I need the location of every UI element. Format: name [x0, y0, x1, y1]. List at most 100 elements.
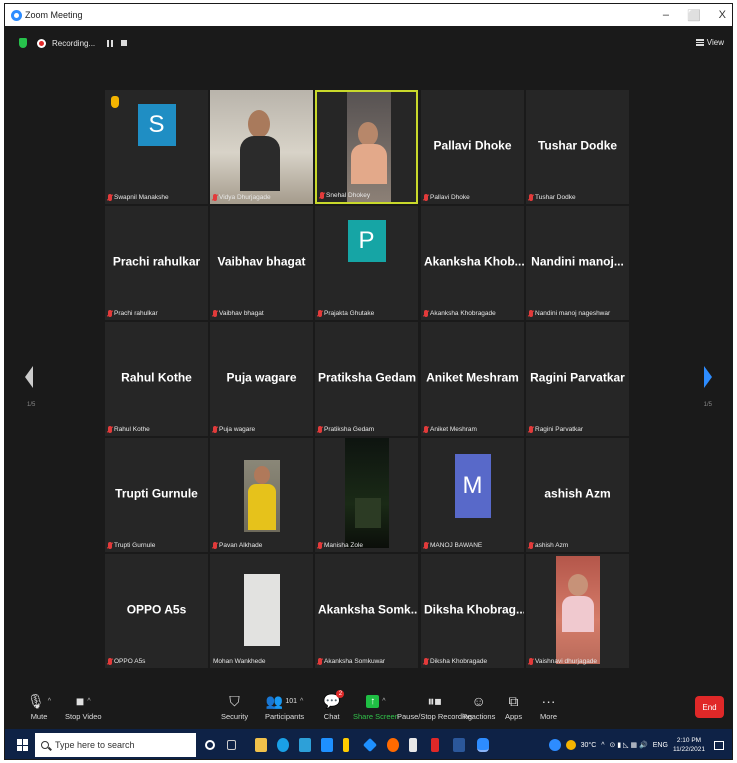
previous-page-arrow-icon[interactable]: [25, 366, 33, 388]
windows-start-icon[interactable]: [17, 739, 29, 751]
participant-name-label: Aniket Meshram: [424, 426, 477, 433]
chevron-up-icon[interactable]: ^: [300, 698, 303, 705]
participant-name-label: Pratiksha Gedam: [318, 426, 374, 433]
apps-button[interactable]: ⧉ Apps: [505, 690, 522, 722]
weather-temp[interactable]: 30°C: [581, 742, 597, 749]
edge-icon[interactable]: [277, 738, 289, 752]
app-red-icon[interactable]: [431, 738, 439, 752]
participant-display-name: Vaibhav bhagat: [217, 254, 306, 269]
pause-stop-recording-button[interactable]: ⏸⏹ Pause/Stop Recording: [397, 690, 472, 722]
store-icon[interactable]: [321, 738, 333, 752]
participant-tile[interactable]: P Prajakta Ghutake: [315, 206, 418, 320]
recording-icon: [37, 38, 46, 48]
minimize-button[interactable]: –: [663, 9, 669, 21]
app-icon[interactable]: [409, 738, 417, 752]
avatar: P: [347, 220, 386, 262]
muted-mic-icon: [529, 542, 533, 549]
participant-tile[interactable]: Manisha Zole: [315, 438, 418, 552]
muted-mic-icon: [424, 310, 428, 317]
zoom-taskbar-icon[interactable]: [477, 738, 489, 752]
participant-tile[interactable]: Pallavi Dhoke Pallavi Dhoke: [421, 90, 524, 204]
muted-mic-icon: [424, 426, 428, 433]
stop-video-button[interactable]: ■ ^ Stop Video: [65, 690, 102, 721]
participant-name-label: Ragini Parvatkar: [529, 426, 583, 433]
chat-button[interactable]: 💬 2 Chat: [323, 690, 345, 721]
reactions-button[interactable]: ☺ Reactions: [462, 690, 495, 721]
word-icon[interactable]: [453, 738, 465, 752]
participant-name-label: Prajakta Ghutake: [318, 310, 374, 317]
participant-tile[interactable]: Vaishnavi dhurjagade: [526, 554, 629, 668]
language-indicator[interactable]: ENG: [653, 742, 668, 749]
chevron-up-icon[interactable]: ^: [382, 698, 385, 705]
security-button[interactable]: ⛉ Security: [221, 690, 248, 722]
participants-button[interactable]: 👥 101 ^ Participants: [265, 690, 304, 722]
pause-stop-icon: ⏸⏹: [427, 692, 442, 709]
cortana-icon[interactable]: [205, 740, 215, 750]
shield-icon[interactable]: [19, 38, 27, 48]
file-explorer-icon[interactable]: [255, 738, 267, 752]
mute-button[interactable]: 🎙 ^ Mute: [27, 690, 51, 722]
participant-tile[interactable]: Trupti Gurnule Trupti Gurnule: [105, 438, 208, 552]
participant-name-label: Vidya Dhurjagade: [213, 194, 271, 201]
zoom-tray-icon[interactable]: [548, 739, 561, 751]
participant-tile[interactable]: Akanksha Somk... Akanksha Somkuwar: [315, 554, 418, 668]
participant-tile[interactable]: Pavan Alkhade: [210, 438, 313, 552]
participant-display-name: Nandini manoj...: [531, 254, 624, 269]
pause-recording-icon[interactable]: [107, 39, 114, 47]
participant-display-name: Tushar Dodke: [537, 138, 618, 153]
tray-icons[interactable]: ⊙ ▮ ◺ ▦ 🔊: [610, 741, 648, 749]
participant-name-label: Manisha Zole: [318, 542, 363, 549]
muted-mic-icon: [213, 542, 217, 549]
participant-tile[interactable]: Akanksha Khob... Akanksha Khobragade: [421, 206, 524, 320]
firefox-icon[interactable]: [387, 738, 399, 752]
participant-tile[interactable]: Mohan Wankhede: [210, 554, 313, 668]
participant-tile[interactable]: Vaibhav bhagat Vaibhav bhagat: [210, 206, 313, 320]
chevron-up-icon[interactable]: ^: [601, 742, 604, 749]
participant-tile-active-speaker[interactable]: Snehal Dhokey: [315, 90, 418, 204]
participant-tile[interactable]: Puja wagare Puja wagare: [210, 322, 313, 436]
video-feed: [244, 460, 280, 532]
participant-tile[interactable]: Vidya Dhurjagade: [210, 90, 313, 204]
participant-tile[interactable]: M MANOJ BAWANE: [421, 438, 524, 552]
participant-tile[interactable]: OPPO A5s OPPO A5s: [105, 554, 208, 668]
participant-tile[interactable]: S Swapnil Manakshe: [105, 90, 208, 204]
participant-tile[interactable]: Pratiksha Gedam Pratiksha Gedam: [315, 322, 418, 436]
taskbar-search-input[interactable]: Type here to search: [35, 733, 196, 757]
share-screen-button[interactable]: ↑ ^ Share Screen: [353, 690, 399, 721]
participant-name-label: Prachi rahulkar: [108, 310, 158, 317]
muted-mic-icon: [213, 194, 217, 201]
close-button[interactable]: X: [719, 9, 726, 21]
maximize-button[interactable]: ⬜: [687, 9, 701, 22]
participant-display-name: Akanksha Somk...: [318, 602, 418, 617]
end-meeting-button[interactable]: End: [695, 696, 724, 718]
participant-tile[interactable]: Tushar Dodke Tushar Dodke: [526, 90, 629, 204]
video-feed: [345, 438, 389, 548]
participant-tile[interactable]: Aniket Meshram Aniket Meshram: [421, 322, 524, 436]
muted-mic-icon: [529, 426, 533, 433]
muted-mic-icon: [424, 194, 428, 201]
next-page-arrow-icon[interactable]: [704, 366, 712, 388]
dropbox-icon[interactable]: [299, 738, 311, 752]
taskbar-clock[interactable]: 2:10 PM 11/22/2021: [673, 736, 705, 754]
participant-tile[interactable]: Rahul Kothe Rahul Kothe: [105, 322, 208, 436]
participant-tile[interactable]: Nandini manoj... Nandini manoj nageshwar: [526, 206, 629, 320]
windows-taskbar: Type here to search 30°C ^ ⊙ ▮ ◺ ▦ 🔊 ENG…: [5, 729, 732, 759]
participant-tile[interactable]: Prachi rahulkar Prachi rahulkar: [105, 206, 208, 320]
ellipsis-icon: ···: [541, 693, 556, 709]
chevron-up-icon[interactable]: ^: [48, 698, 51, 705]
app-lightning-icon[interactable]: [343, 738, 349, 752]
participant-tile[interactable]: Ragini Parvatkar Ragini Parvatkar: [526, 322, 629, 436]
task-view-icon[interactable]: [227, 740, 236, 750]
stop-recording-icon[interactable]: [121, 40, 128, 46]
muted-mic-icon: [108, 194, 112, 201]
participant-tile[interactable]: ashish Azm ashish Azm: [526, 438, 629, 552]
muted-mic-icon: [108, 310, 112, 317]
people-icon: 👥: [265, 692, 284, 709]
notifications-icon[interactable]: [714, 740, 724, 750]
chevron-up-icon[interactable]: ^: [87, 698, 90, 705]
participant-count: 101: [285, 697, 297, 705]
participant-tile[interactable]: Diksha Khobrag... Diksha Khobragade: [421, 554, 524, 668]
diamond-app-icon[interactable]: [362, 737, 378, 753]
more-button[interactable]: ··· More: [540, 690, 557, 721]
view-button[interactable]: View: [695, 38, 724, 47]
